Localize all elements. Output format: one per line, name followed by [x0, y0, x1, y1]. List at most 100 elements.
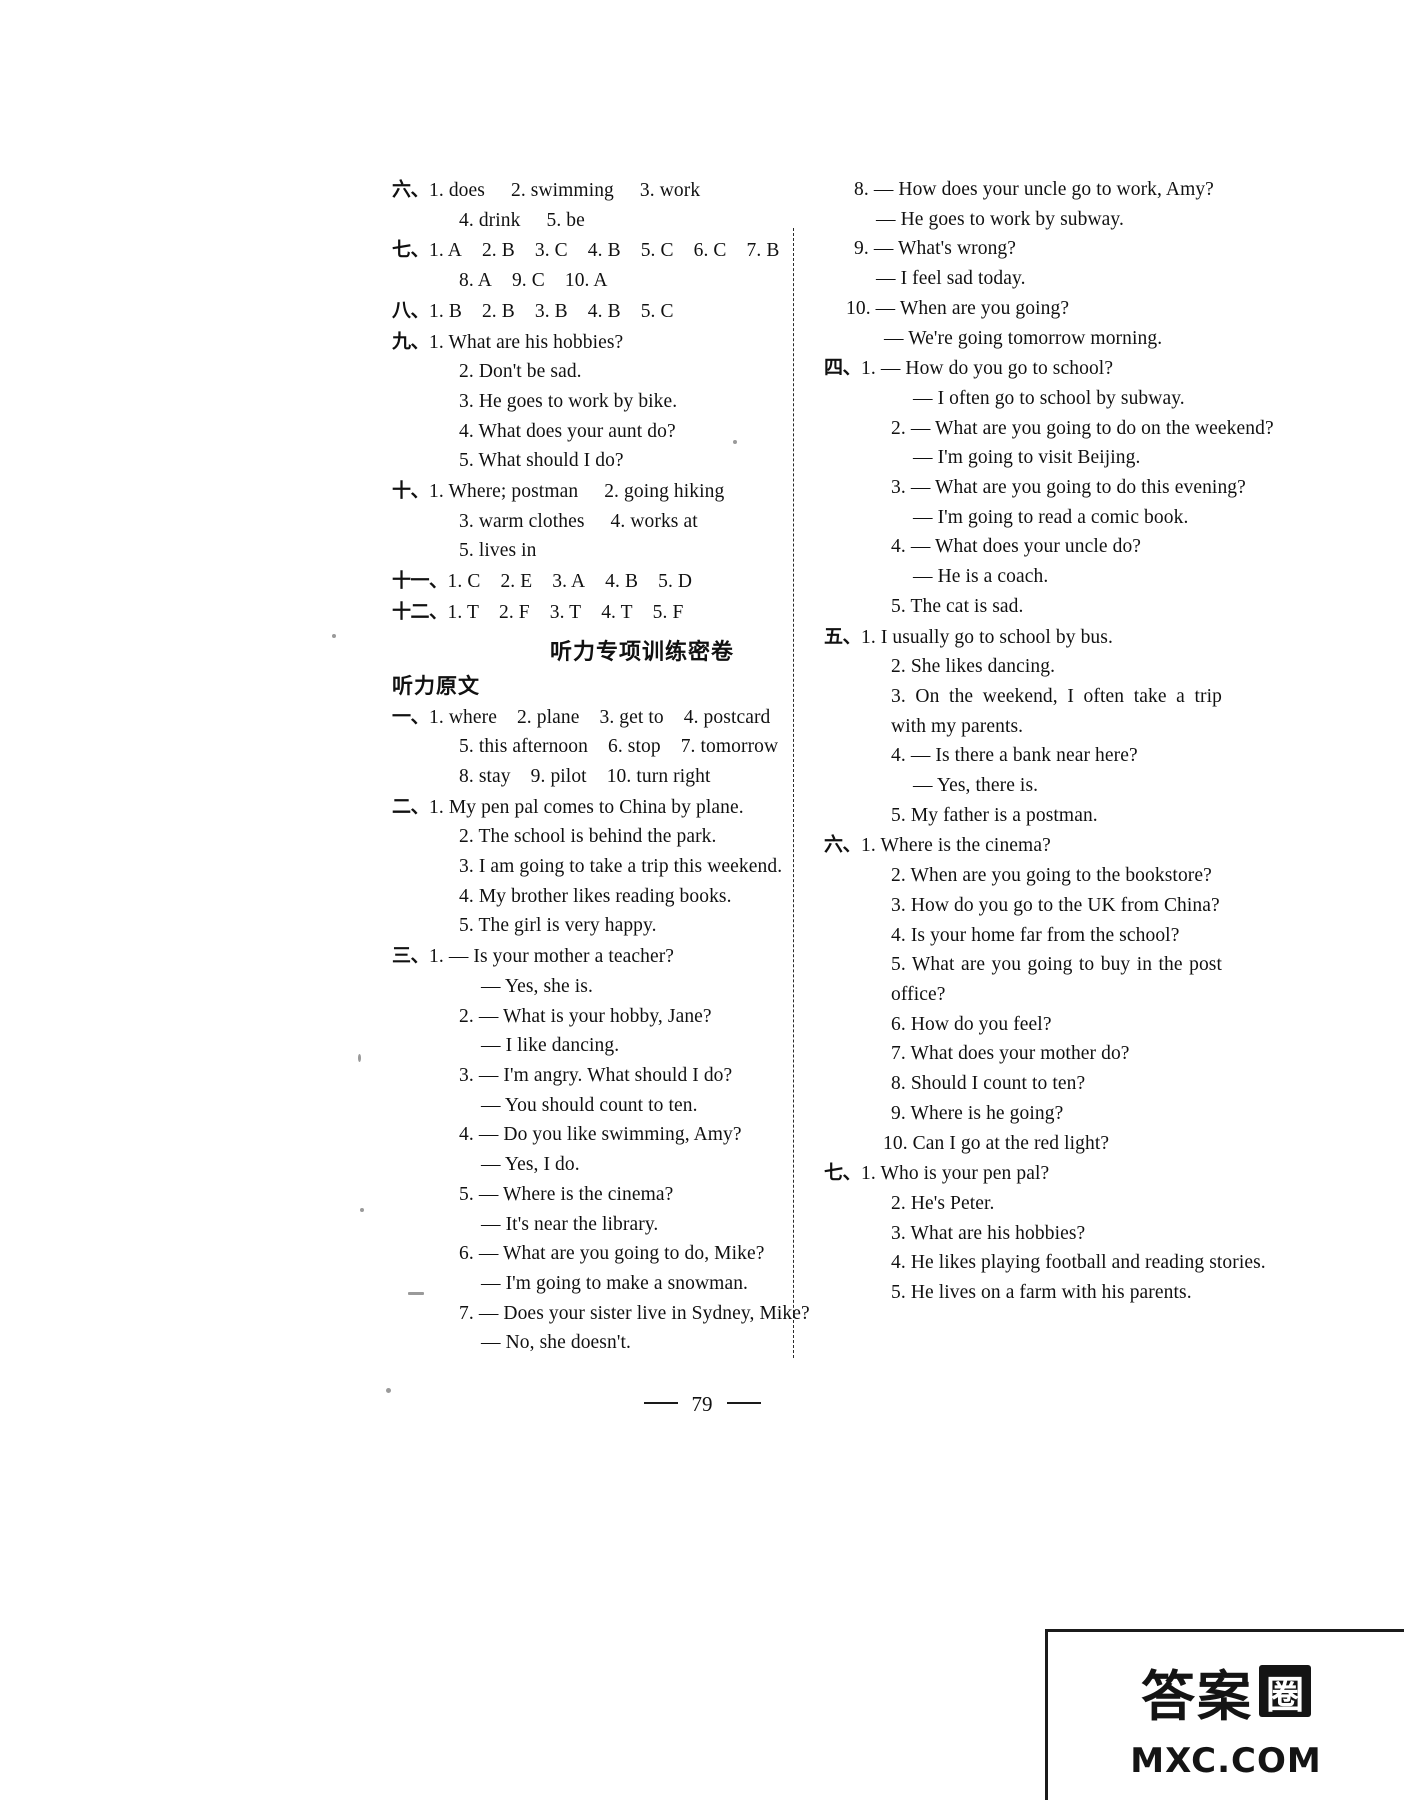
- dialog-question: 1. — Is your mother a teacher?: [429, 942, 810, 972]
- dialog-question: 10. — When are you going?: [824, 294, 1224, 324]
- dialog-answer: — He goes to work by subway.: [876, 208, 1124, 230]
- two-column-body: 六、 1. does 2. swimming 3. work 4. drink 5. …: [0, 175, 1404, 1405]
- script-item: 3. How do you go to the UK from China?: [891, 894, 1220, 916]
- answer-token: 2. B: [481, 300, 515, 322]
- answer-token: 1. Where; postman: [429, 481, 579, 503]
- script-item: 10. Can I go at the red light?: [883, 1132, 1110, 1154]
- dialog-text: — Do you like swimming, Amy?: [478, 1124, 742, 1146]
- script-section-2: 二、 1. My pen pal comes to China by plane…: [392, 792, 792, 942]
- script-section-4: 四、 1. — How do you go to school? — I oft…: [824, 353, 1274, 621]
- answer-token: 1. B: [429, 300, 462, 322]
- dialog-answer: — I'm going to read a comic book.: [913, 506, 1189, 528]
- answer-token: 7. tomorrow: [680, 736, 779, 758]
- dialog-number: 1.: [861, 358, 876, 380]
- answer-token: 1. where: [429, 706, 497, 728]
- section-label: 三、: [392, 944, 430, 967]
- answer-token: 9. C: [511, 270, 545, 292]
- dialog-number: 5.: [459, 1183, 474, 1205]
- answer-token: 2. plane: [516, 706, 580, 728]
- paper-title: 听力专项训练密卷: [549, 639, 734, 665]
- dialog-number: 9.: [854, 238, 869, 260]
- dialog-question: 3. — What are you going to do this eveni…: [861, 473, 1274, 503]
- dialog-number: 2.: [459, 1005, 474, 1027]
- section-label: 七、: [824, 1161, 862, 1184]
- page-number: 79: [691, 1392, 713, 1416]
- answer-token: 5. F: [652, 601, 684, 623]
- script-item: 7. What does your mother do?: [891, 1043, 1130, 1065]
- dialog-question: 1. — How do you go to school?: [861, 354, 1274, 384]
- section-label: 六、: [392, 178, 430, 201]
- section-label: 二、: [392, 795, 430, 818]
- dialog-answer: — Yes, there is.: [913, 775, 1039, 797]
- dialog-number: 4.: [459, 1124, 474, 1146]
- answer-token: 3. B: [534, 300, 568, 322]
- script-item: 1. My pen pal comes to China by plane.: [429, 796, 744, 818]
- dialog-question: 5. — Where is the cinema?: [429, 1180, 810, 1210]
- page-footer: 79: [0, 1392, 1404, 1417]
- watermark-top: 答案 圈: [1141, 1652, 1311, 1731]
- answer-token: 5. be: [546, 209, 585, 231]
- answer-token: 3. work: [639, 180, 701, 201]
- answer-token: 2. swimming: [510, 180, 614, 201]
- answer-line: 1. C 2. E 3. A 4. B 5. D: [448, 567, 792, 597]
- dialog-number: 1.: [429, 946, 444, 968]
- answer-token: 1. does: [429, 180, 485, 201]
- dialog-text: — What's wrong?: [873, 238, 1017, 260]
- answer-token: 2. E: [500, 571, 533, 593]
- script-item: 3. I am going to take a trip this weeken…: [459, 856, 783, 878]
- answer-token: 3. A: [552, 571, 586, 593]
- script-section-3-continued: 8. — How does your uncle go to work, Amy…: [824, 175, 1224, 353]
- answer-token: 9. pilot: [530, 765, 587, 787]
- answer-token: 4. T: [601, 601, 633, 623]
- dialog-text: — I'm angry. What should I do?: [478, 1064, 733, 1086]
- section-label: 七、: [392, 238, 430, 261]
- section-label: 六、: [824, 833, 862, 856]
- answer-item: 4. What does your aunt do?: [459, 420, 676, 442]
- dialog-number: 4.: [891, 745, 906, 767]
- answer-item: 1. What are his hobbies?: [429, 331, 624, 353]
- dialog-question: 4. — What does your uncle do?: [861, 532, 1274, 562]
- left-column: 六、 1. does 2. swimming 3. work 4. drink 5. …: [392, 175, 810, 1405]
- dialog-text: — When are you going?: [875, 297, 1070, 319]
- watermark-box-icon: 圈: [1259, 1665, 1311, 1717]
- answer-token: 8. A: [459, 270, 492, 292]
- answer-line: 5. lives in: [429, 536, 792, 566]
- answer-line: 8. A 9. C 10. A: [429, 266, 792, 296]
- dialog-text: — Where is the cinema?: [478, 1183, 674, 1205]
- answer-section-7: 七、 1. A 2. B 3. C 4. B 5. C 6. C 7. B 8. A 9. C…: [392, 235, 792, 295]
- dialog-answer: — He is a coach.: [913, 566, 1049, 588]
- section-label: 九、: [392, 330, 430, 353]
- dialog-text: — Is there a bank near here?: [910, 745, 1138, 767]
- dialog-answer: — It's near the library.: [481, 1213, 659, 1235]
- dialog-text: — What are you going to do, Mike?: [478, 1243, 765, 1265]
- answer-section-9: 九、 1. What are his hobbies? 2. Don't be …: [392, 327, 792, 477]
- dialog-answer: — I often go to school by subway.: [913, 387, 1185, 409]
- answer-token: 3. get to: [599, 706, 664, 728]
- answer-token: 8. stay: [459, 765, 511, 787]
- script-item: 6. How do you feel?: [891, 1013, 1052, 1035]
- script-item: 5. My father is a postman.: [891, 804, 1098, 826]
- answer-token: 6. stop: [607, 736, 661, 758]
- script-item: 1. I usually go to school by bus.: [861, 626, 1113, 648]
- answer-token: 5. C: [640, 300, 674, 322]
- script-item: 5. He lives on a farm with his parents.: [891, 1282, 1192, 1304]
- answer-line: 1. T 2. F 3. T 4. T 5. F: [448, 598, 792, 628]
- answer-line: 1. B 2. B 3. B 4. B 5. C: [429, 297, 792, 327]
- script-item: 5. The cat is sad.: [891, 595, 1024, 617]
- answer-line: 4. drink 5. be: [429, 206, 792, 236]
- answer-token: 5. lives in: [459, 540, 537, 562]
- script-section-7: 七、 1. Who is your pen pal? 2. He's Peter…: [824, 1158, 1266, 1308]
- script-item: 9. Where is he going?: [891, 1102, 1064, 1124]
- script-item: 1. Who is your pen pal?: [861, 1163, 1050, 1185]
- footer-rule-left: [643, 1402, 678, 1404]
- dialog-answer: — No, she doesn't.: [481, 1332, 631, 1354]
- answer-token: 5. this afternoon: [459, 736, 588, 758]
- script-item: 8. Should I count to ten?: [891, 1073, 1086, 1095]
- script-item: 4. Is your home far from the school?: [891, 924, 1180, 946]
- dialog-text: — What are you going to do this evening?: [910, 477, 1246, 499]
- answer-token: 6. C: [693, 240, 727, 262]
- dialog-text: — What does your uncle do?: [910, 536, 1142, 558]
- section-label: 四、: [824, 356, 862, 379]
- dialog-number: 7.: [459, 1302, 474, 1324]
- answer-token: 5. C: [640, 240, 674, 262]
